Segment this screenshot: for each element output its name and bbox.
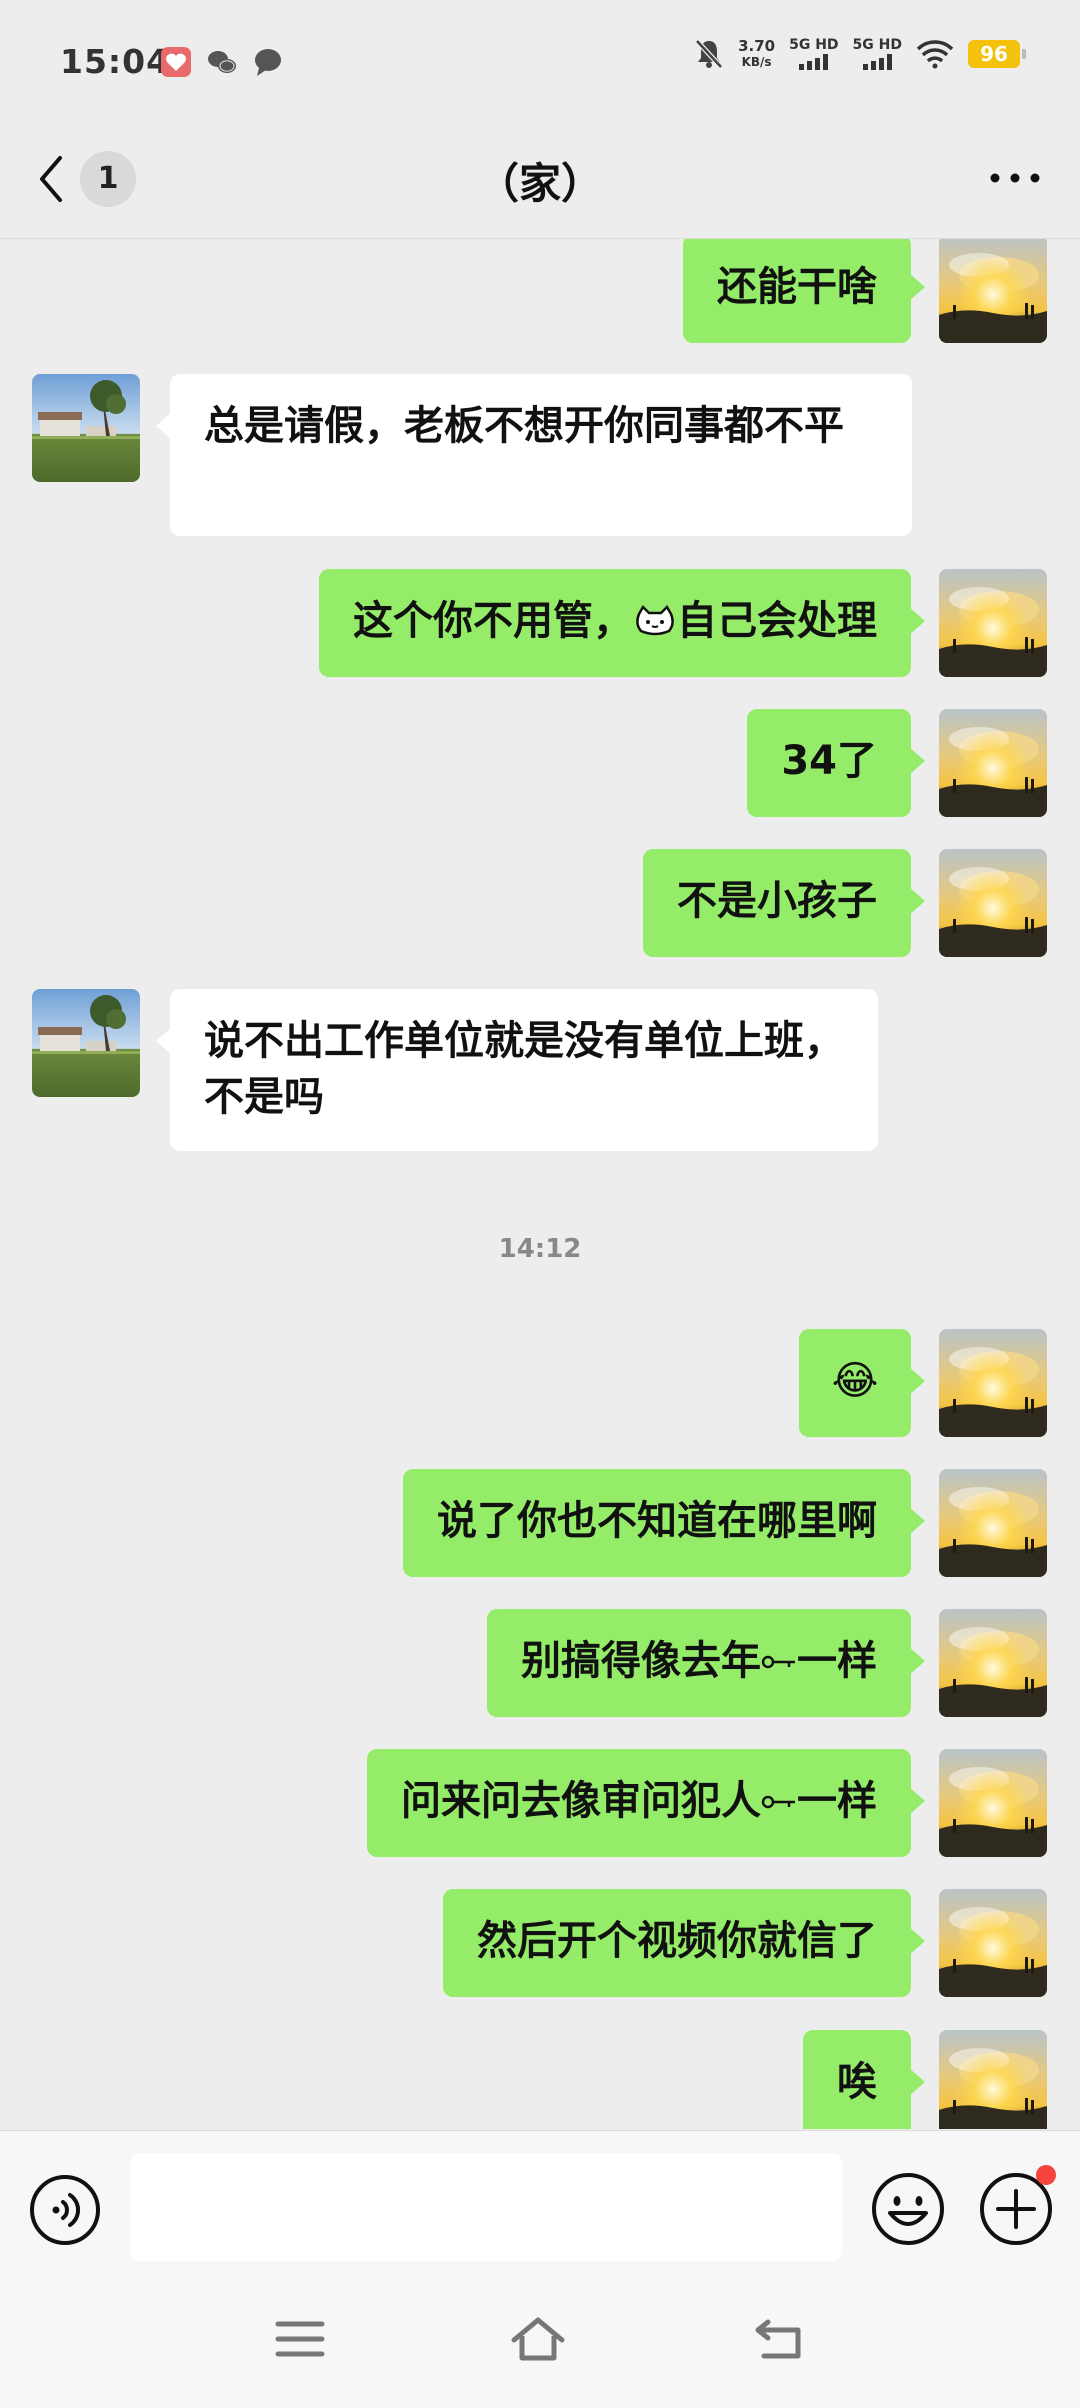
status-bar: 15:04 3.70 KB/s 5G HD 5G HD 96	[0, 0, 1080, 120]
message-bubble[interactable]: 不是小孩子	[643, 849, 925, 957]
home-icon[interactable]	[510, 2314, 566, 2364]
my-avatar[interactable]	[939, 2030, 1047, 2129]
key-icon	[761, 1655, 795, 1669]
my-avatar[interactable]	[939, 1329, 1047, 1437]
net-speed: 3.70 KB/s	[738, 37, 776, 69]
menu-icon[interactable]	[272, 2314, 328, 2364]
emoji-icon[interactable]	[870, 2171, 946, 2247]
message-list[interactable]: 还能干啥 总是请假，老板不想开你同事都不平 这个你不用管， 自己会处理 34了 不…	[0, 239, 1080, 2129]
wechat-icon	[208, 51, 236, 73]
my-avatar[interactable]	[939, 1749, 1047, 1857]
my-avatar[interactable]	[939, 239, 1047, 343]
message-bubble[interactable]: 别搞得像去年 一样	[487, 1609, 925, 1717]
message-bubble[interactable]: 这个你不用管， 自己会处理	[319, 569, 925, 677]
message-bubble[interactable]: 😂	[799, 1329, 925, 1437]
my-avatar[interactable]	[939, 849, 1047, 957]
signal-sim1: 5G HD	[789, 38, 839, 70]
sticker-face-icon	[636, 604, 674, 636]
battery-icon: 96	[968, 40, 1026, 68]
time-divider: 14:12	[498, 1234, 582, 1264]
signal-sim2: 5G HD	[853, 38, 902, 70]
message-bubble-icon	[255, 49, 281, 76]
key-icon	[761, 1795, 795, 1809]
message-bubble[interactable]: 34了	[747, 709, 925, 817]
voice-icon[interactable]	[28, 2173, 102, 2247]
my-avatar[interactable]	[939, 1889, 1047, 1997]
input-bar	[0, 2130, 1080, 2271]
system-nav-bar	[0, 2270, 1080, 2408]
contact-avatar[interactable]	[32, 374, 140, 482]
wifi-icon	[916, 40, 954, 69]
my-avatar[interactable]	[939, 1609, 1047, 1717]
message-bubble[interactable]: 唉	[803, 2030, 925, 2129]
notification-dot	[1036, 2165, 1056, 2185]
my-avatar[interactable]	[939, 1469, 1047, 1577]
chat-title: （家）	[476, 159, 603, 208]
health-app-icon	[161, 47, 191, 77]
mute-bell-icon	[695, 39, 723, 69]
my-avatar[interactable]	[939, 709, 1047, 817]
message-bubble[interactable]: 说了你也不知道在哪里啊	[403, 1469, 925, 1577]
message-bubble[interactable]: 总是请假，老板不想开你同事都不平	[156, 374, 912, 536]
back-icon[interactable]	[752, 2314, 808, 2364]
chat-header: 1 （家）	[0, 120, 1080, 239]
laughing-emoji-icon: 😂	[831, 1358, 879, 1404]
message-bubble[interactable]: 说不出工作单位就是没有单位上班，不是吗	[156, 989, 878, 1151]
status-time: 15:04	[60, 42, 171, 81]
message-bubble[interactable]: 还能干啥	[683, 239, 925, 343]
message-input[interactable]	[130, 2153, 842, 2261]
contact-avatar[interactable]	[32, 989, 140, 1097]
message-bubble[interactable]: 然后开个视频你就信了	[443, 1889, 925, 1997]
message-bubble[interactable]: 问来问去像审问犯人 一样	[367, 1749, 925, 1857]
notification-icons	[160, 46, 284, 78]
more-options-icon[interactable]	[980, 148, 1050, 208]
my-avatar[interactable]	[939, 569, 1047, 677]
